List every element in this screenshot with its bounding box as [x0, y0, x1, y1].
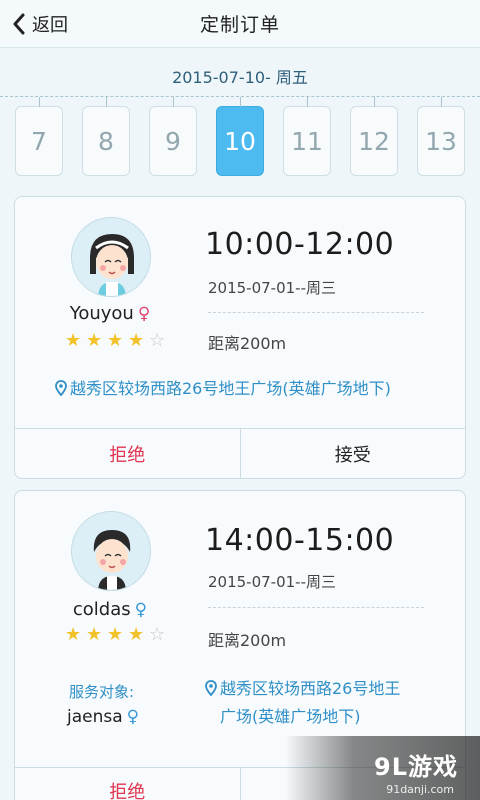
watermark: 9L游戏 91danji.com	[285, 736, 480, 800]
female-icon: ♀	[134, 600, 148, 620]
day-chip[interactable]: 12	[350, 97, 398, 176]
distance: 距离200m	[208, 631, 287, 650]
day-chip[interactable]: 9	[149, 97, 197, 176]
star-icon: ★	[86, 330, 103, 351]
chevron-left-icon	[13, 13, 25, 35]
reject-button[interactable]: 拒绝	[15, 768, 241, 800]
rating-stars: ★ ★ ★ ★ ☆	[65, 331, 165, 351]
service-target-name-row: jaensa ♀	[67, 707, 139, 727]
star-icon: ★	[128, 330, 145, 351]
divider	[208, 607, 424, 608]
female-icon: ♀	[137, 304, 151, 324]
customer-name: Youyou	[69, 303, 134, 324]
star-icon: ★	[86, 624, 103, 645]
star-empty-icon: ☆	[149, 624, 166, 645]
address-link[interactable]: 越秀区较场西路26号地王广场(英雄广场地下)	[55, 375, 455, 403]
star-empty-icon: ☆	[149, 330, 166, 351]
avatar	[71, 217, 151, 297]
avatar	[71, 511, 151, 591]
address-link[interactable]: 越秀区较场西路26号地王 广场(英雄广场地下)	[205, 675, 455, 731]
address-text: 越秀区较场西路26号地王广场(英雄广场地下)	[70, 379, 391, 398]
service-target-name: jaensa	[67, 707, 123, 727]
app-header: 返回 定制订单	[0, 0, 480, 48]
customer-name-row: coldas ♀	[15, 599, 205, 620]
day-chip[interactable]: 8	[82, 97, 130, 176]
day-chip[interactable]: 13	[417, 97, 465, 176]
day-chip[interactable]: 7	[15, 97, 63, 176]
star-icon: ★	[65, 330, 82, 351]
order-actions: 拒绝 接受	[15, 428, 466, 478]
time-range: 10:00-12:00	[205, 227, 395, 262]
selected-date-label: 2015-07-10- 周五	[172, 68, 308, 87]
service-target-label: 服务对象:	[69, 683, 135, 701]
order-date: 2015-07-01--周三	[208, 279, 336, 297]
back-label: 返回	[32, 15, 68, 36]
location-pin-icon	[205, 680, 217, 696]
customer-name-row: Youyou ♀	[15, 303, 205, 324]
time-range: 14:00-15:00	[205, 523, 395, 558]
watermark-url: 91danji.com	[386, 783, 454, 796]
accept-button[interactable]: 接受	[241, 429, 466, 478]
star-icon: ★	[107, 624, 124, 645]
watermark-logo: 9L游戏	[374, 753, 458, 781]
customer-name: coldas	[72, 599, 131, 620]
distance: 距离200m	[208, 334, 287, 353]
order-card: Youyou ♀ ★ ★ ★ ★ ☆ 10:00-12:00 2015-07-01…	[14, 196, 466, 479]
reject-button[interactable]: 拒绝	[15, 429, 241, 478]
star-icon: ★	[107, 330, 124, 351]
address-line-1: 越秀区较场西路26号地王	[220, 679, 401, 698]
day-chip-selected[interactable]: 10	[216, 97, 264, 176]
star-icon: ★	[128, 624, 145, 645]
divider	[208, 312, 424, 313]
girl-avatar-icon	[72, 218, 150, 296]
rating-stars: ★ ★ ★ ★ ☆	[65, 625, 165, 645]
boy-avatar-icon	[72, 512, 150, 590]
back-button[interactable]: 返回	[12, 0, 68, 48]
address-line-2: 广场(英雄广场地下)	[220, 707, 361, 726]
day-selector: 7 8 9 10 11 12 13	[0, 96, 480, 178]
female-icon: ♀	[126, 707, 140, 727]
location-pin-icon	[55, 380, 67, 396]
star-icon: ★	[65, 624, 82, 645]
day-chip[interactable]: 11	[283, 97, 331, 176]
order-date: 2015-07-01--周三	[208, 573, 336, 591]
page-title: 定制订单	[199, 14, 280, 36]
